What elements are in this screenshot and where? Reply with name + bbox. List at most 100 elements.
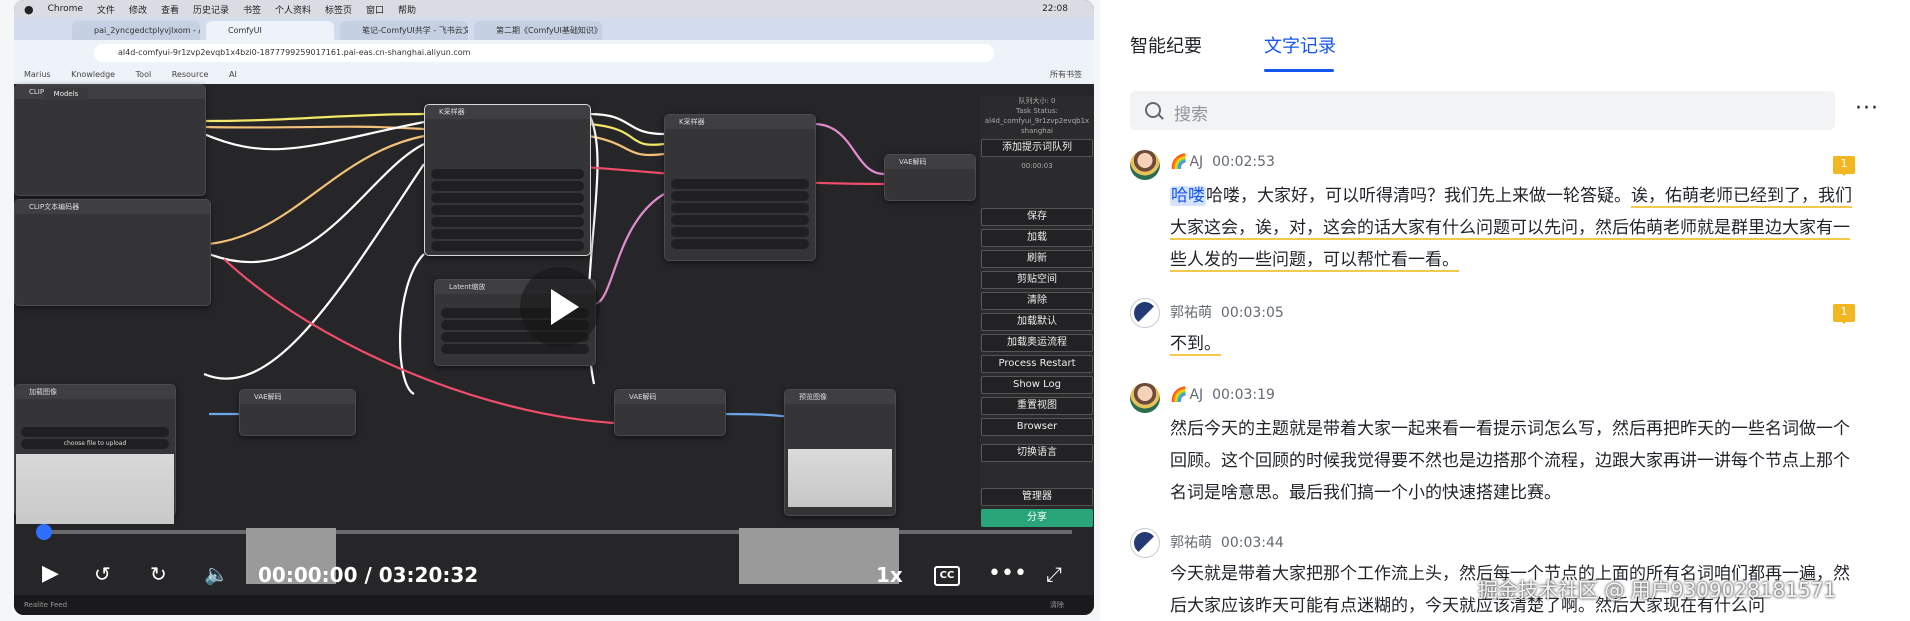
- entry-meta: 郭祐萌 00:03:05: [1170, 302, 1284, 322]
- mac-menubar: ● Chrome 文件 修改 查看 历史记录 书签 个人资料 标签页 窗口 帮助…: [14, 0, 1094, 18]
- preview-image-thumbnail: [788, 449, 892, 507]
- progress-handle[interactable]: [36, 524, 52, 540]
- avatar: [1130, 528, 1160, 558]
- comfyui-side-panel: 队列大小: 0 Task Status: al4d_comfyui_9r1zvp…: [980, 96, 1094, 527]
- more-options-icon[interactable]: ···: [1855, 96, 1879, 121]
- ksampler-node[interactable]: K采样器: [424, 104, 591, 256]
- watermark-text: 掘金技术社区 @ 用户9309028181571: [1478, 578, 1837, 602]
- status-right: 清除: [1050, 601, 1064, 609]
- speaker-name: 郭祐萌: [1170, 305, 1212, 321]
- upload-button[interactable]: choose file to upload: [21, 439, 169, 449]
- add-queue-button[interactable]: 添加提示词队列: [981, 139, 1093, 157]
- speaker-name: AJ: [1189, 154, 1204, 170]
- clear-button[interactable]: 清除: [981, 292, 1093, 310]
- browser-button[interactable]: Browser: [981, 418, 1093, 436]
- node-title: 预览图像: [785, 390, 895, 404]
- menu-item: 帮助: [398, 5, 417, 16]
- node-title: VAE解码: [240, 390, 355, 404]
- process-restart-button[interactable]: Process Restart: [981, 355, 1093, 373]
- avatar: [1130, 298, 1160, 328]
- progress-bar[interactable]: [36, 524, 1072, 540]
- node-title: VAE解码: [885, 155, 975, 169]
- switch-language-button[interactable]: 切换语言: [981, 444, 1093, 462]
- comment-badge[interactable]: 1: [1833, 304, 1855, 324]
- models-tab[interactable]: Models: [44, 88, 88, 100]
- timestamp[interactable]: 00:03:44: [1221, 535, 1284, 551]
- search-icon: [1145, 102, 1161, 118]
- clipspace-button[interactable]: 剪贴空间: [981, 271, 1093, 289]
- load-olympic-button[interactable]: 加载奥运流程: [981, 334, 1093, 352]
- rewind-15-icon[interactable]: ↺: [94, 559, 111, 589]
- captions-icon[interactable]: CC: [934, 566, 960, 586]
- vae-decode-node[interactable]: VAE解码: [614, 389, 726, 436]
- tab-transcript[interactable]: 文字记录: [1264, 32, 1336, 58]
- browser-tab: 笔记-ComfyUI共学 - 飞书云文: [340, 21, 468, 40]
- save-button[interactable]: 保存: [981, 208, 1093, 226]
- queue-time: 00:00:03: [1021, 162, 1053, 170]
- timestamp[interactable]: 00:03:05: [1221, 305, 1284, 321]
- current-word-highlight: 哈喽: [1170, 186, 1206, 206]
- refresh-button[interactable]: 刷新: [981, 250, 1093, 268]
- ksampler-node[interactable]: K采样器: [664, 114, 816, 261]
- transcript-text[interactable]: 不到。: [1170, 328, 1860, 360]
- bookmark: 所有书签: [1050, 70, 1082, 79]
- clip-text-node[interactable]: CLIP文本编码器: [14, 84, 206, 196]
- more-icon[interactable]: •••: [988, 559, 1027, 589]
- bookmark: Resource: [171, 70, 209, 79]
- address-row: al4d-comfyui-9r1zvp2evqb1x4bzi0-18777992…: [14, 40, 1094, 66]
- transcript-text[interactable]: 然后今天的主题就是带着大家一起来看一看提示词怎么写，然后再把昨天的一些名词做一个…: [1170, 413, 1860, 509]
- node-title: CLIP文本编码器: [15, 200, 210, 214]
- menu-item: 个人资料: [275, 5, 312, 16]
- avatar: [1130, 383, 1160, 413]
- fullscreen-icon[interactable]: ⤢: [1046, 559, 1062, 589]
- timestamp[interactable]: 00:02:53: [1212, 154, 1275, 170]
- timecode: 00:00:00 / 03:20:32: [258, 563, 479, 587]
- node-title: VAE解码: [615, 390, 725, 404]
- menu-item: 文件: [96, 5, 115, 16]
- play-overlay-icon[interactable]: [520, 267, 600, 347]
- speaker-name: 郭祐萌: [1170, 535, 1212, 551]
- menu-item: 窗口: [366, 5, 385, 16]
- rainbow-icon: 🌈: [1170, 387, 1188, 403]
- vae-decode-node[interactable]: VAE解码: [239, 389, 356, 436]
- menu-item: 历史记录: [192, 5, 229, 16]
- volume-icon[interactable]: 🔈: [204, 559, 229, 589]
- task-status: Task Status:: [1016, 107, 1058, 115]
- manager-button[interactable]: 管理器: [981, 488, 1093, 506]
- reset-view-button[interactable]: 重置视图: [981, 397, 1093, 415]
- load-button[interactable]: 加载: [981, 229, 1093, 247]
- avatar: [1130, 150, 1160, 180]
- search-input[interactable]: 搜索: [1130, 91, 1835, 130]
- share-button[interactable]: 分享: [981, 509, 1093, 527]
- browser-tab-row: pai_2yncgedctplyvjlxom - / ComfyUI 笔记-Co…: [14, 18, 1094, 40]
- vae-decode-node[interactable]: VAE解码: [884, 154, 976, 201]
- apple-icon: ●: [24, 2, 34, 16]
- menu-item: 书签: [242, 5, 261, 16]
- entry-meta: 🌈 AJ 00:02:53: [1170, 154, 1275, 170]
- address-bar: al4d-comfyui-9r1zvp2evqb1x4bzi0-18777992…: [94, 44, 994, 62]
- bookmark: Knowledge: [71, 70, 116, 79]
- status-left: Realite Feed: [24, 601, 68, 609]
- forward-15-icon[interactable]: ↻: [150, 559, 167, 589]
- load-default-button[interactable]: 加载默认: [981, 313, 1093, 331]
- queue-size: 队列大小: 0: [1018, 97, 1056, 105]
- bookmark: Tool: [135, 70, 152, 79]
- show-log-button[interactable]: Show Log: [981, 376, 1093, 394]
- tab-summary[interactable]: 智能纪要: [1130, 32, 1202, 58]
- clip-text-node[interactable]: CLIP文本编码器: [14, 199, 211, 306]
- timestamp[interactable]: 00:03:19: [1212, 387, 1275, 403]
- bookmark: Marius: [24, 70, 51, 79]
- playback-rate[interactable]: 1x: [876, 563, 903, 587]
- comfyui-canvas: CLIP文本编码器 CLIP文本编码器 K采样器 K采样器 VAE解码 Late…: [14, 84, 1094, 615]
- play-icon[interactable]: ▶: [42, 559, 59, 589]
- browser-tab-active: ComfyUI: [206, 21, 334, 40]
- comment-badge[interactable]: 1: [1833, 156, 1855, 176]
- entry-meta: 郭祐萌 00:03:44: [1170, 532, 1284, 552]
- menu-item: Chrome: [47, 4, 83, 14]
- text-segment: 哈喽，大家好，可以听得清吗？我们先上来做一轮答疑。: [1206, 186, 1631, 206]
- rainbow-icon: 🌈: [1170, 154, 1188, 170]
- speaker-name: AJ: [1189, 387, 1204, 403]
- video-player[interactable]: ● Chrome 文件 修改 查看 历史记录 书签 个人资料 标签页 窗口 帮助…: [14, 0, 1094, 615]
- entry-meta: 🌈 AJ 00:03:19: [1170, 387, 1275, 403]
- transcript-text[interactable]: 哈喽哈喽，大家好，可以听得清吗？我们先上来做一轮答疑。诶，佑萌老师已经到了，我们…: [1170, 180, 1860, 276]
